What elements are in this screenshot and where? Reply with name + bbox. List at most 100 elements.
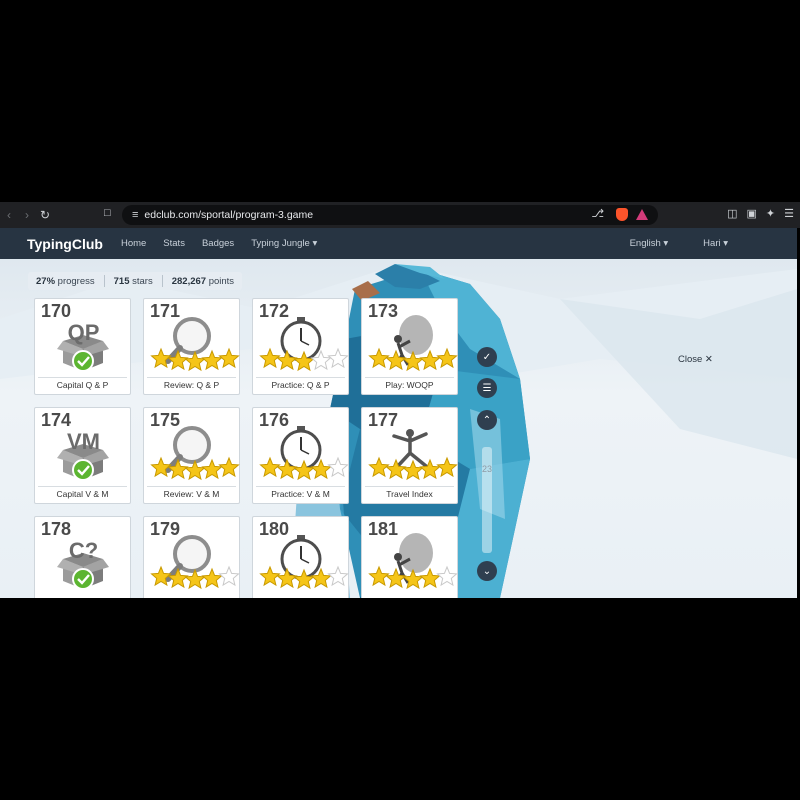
star-empty-icon — [218, 565, 240, 587]
lesson-card-171[interactable]: 171 Review: Q & P — [143, 298, 240, 395]
sidebar-icon[interactable]: ◫ — [727, 207, 737, 220]
lesson-label: Capital Q & P — [38, 377, 127, 391]
lesson-card-174[interactable]: VM 174 Capital V & M — [34, 407, 131, 504]
menu-icon[interactable]: ☰ — [784, 207, 794, 220]
lesson-number: 178 — [41, 519, 72, 539]
star-empty-icon — [327, 565, 349, 587]
back-icon[interactable]: ‹ — [0, 206, 18, 224]
star-filled-icon — [201, 567, 223, 589]
scroll-up-icon[interactable]: ⌃ — [477, 410, 497, 430]
user-dropdown[interactable]: Hari ▾ — [703, 238, 728, 249]
points-label: points — [208, 275, 235, 287]
star-filled-icon — [184, 568, 206, 590]
star-filled-icon — [259, 456, 281, 478]
star-empty-icon — [327, 456, 349, 478]
star-filled-icon — [368, 347, 390, 369]
points-value: 282,267 — [171, 275, 207, 287]
star-filled-icon — [436, 456, 458, 478]
lesson-number: 179 — [150, 519, 181, 539]
star-filled-icon — [150, 347, 172, 369]
check-icon[interactable]: ✓ — [477, 347, 497, 367]
star-filled-icon — [419, 567, 441, 589]
lesson-number: 171 — [150, 301, 181, 321]
star-filled-icon — [368, 456, 390, 478]
lesson-label: Travel Index — [365, 486, 454, 500]
star-filled-icon — [150, 456, 172, 478]
address-bar[interactable]: ≡ edclub.com/sportal/program-3.game — [122, 205, 658, 225]
divider — [161, 275, 163, 287]
lesson-number: 181 — [368, 519, 399, 539]
lesson-number: 174 — [41, 410, 72, 430]
page-number: 23 — [481, 464, 492, 474]
language-dropdown[interactable]: English ▾ — [630, 238, 669, 249]
lesson-number: 170 — [41, 301, 72, 321]
lesson-card-175[interactable]: 175 Review: V & M — [143, 407, 240, 504]
star-filled-icon — [402, 568, 424, 590]
brand-logo[interactable]: TypingClub — [27, 236, 103, 252]
forward-icon[interactable]: › — [18, 206, 36, 224]
lesson-card-176[interactable]: 176 Practice: V & M — [252, 407, 349, 504]
star-filled-icon — [436, 347, 458, 369]
stars-value: 715 — [113, 275, 130, 287]
nav-badges[interactable]: Badges — [202, 238, 234, 249]
star-filled-icon — [419, 349, 441, 371]
star-filled-icon — [184, 459, 206, 481]
star-filled-icon — [150, 565, 172, 587]
lesson-letters: QP — [67, 320, 100, 345]
nav-stats[interactable]: Stats — [163, 238, 185, 249]
star-filled-icon — [259, 565, 281, 587]
site-settings-icon[interactable]: ≡ — [132, 209, 138, 221]
scroll-track[interactable] — [482, 447, 492, 553]
star-empty-icon — [327, 347, 349, 369]
lesson-letters: VM — [67, 429, 100, 454]
lesson-card-172[interactable]: 172 Practice: Q & P — [252, 298, 349, 395]
share-icon[interactable]: ⎇ — [591, 207, 604, 220]
star-filled-icon — [201, 349, 223, 371]
lesson-label: Practice: Q & P — [256, 377, 345, 391]
stars-label: stars — [132, 275, 153, 287]
lesson-number: 180 — [259, 519, 290, 539]
lesson-number: 176 — [259, 410, 290, 430]
progress-summary: 27% progress 715 stars 282,267 points — [28, 272, 243, 290]
lesson-label: Play: WOQP — [365, 377, 454, 391]
lesson-card-181[interactable]: 181 — [361, 516, 458, 598]
lesson-card-178[interactable]: C? 178 — [34, 516, 131, 598]
lesson-card-180[interactable]: 180 — [252, 516, 349, 598]
star-filled-icon — [218, 347, 240, 369]
divider — [103, 275, 105, 287]
lesson-card-170[interactable]: QP 170 Capital Q & P — [34, 298, 131, 395]
lesson-label: Capital V & M — [38, 486, 127, 500]
star-filled-icon — [402, 350, 424, 372]
nav-typing-jungle[interactable]: Typing Jungle ▾ — [251, 238, 317, 249]
lesson-label: Practice: V & M — [256, 486, 345, 500]
scroll-down-icon[interactable]: ⌄ — [477, 561, 497, 581]
site-navbar: TypingClub Home Stats Badges Typing Jung… — [0, 228, 797, 259]
lesson-card-173[interactable]: 173 Play: WOQP — [361, 298, 458, 395]
browser-actions: ◫ ▣ ✦ ☰ — [727, 207, 794, 220]
reload-icon[interactable]: ↻ — [36, 206, 54, 224]
nav-home[interactable]: Home — [121, 238, 146, 249]
lesson-letters: C? — [68, 538, 99, 563]
star-filled-icon — [402, 459, 424, 481]
lesson-number: 175 — [150, 410, 181, 430]
browser-window: ‹ › ↻ □ ≡ edclub.com/sportal/program-3.g… — [0, 202, 800, 598]
lesson-number: 173 — [368, 301, 399, 321]
list-menu-icon[interactable]: ☰ — [477, 378, 497, 398]
star-empty-icon — [436, 565, 458, 587]
progress-label: progress — [57, 275, 95, 287]
lesson-card-177[interactable]: 177 Travel Index — [361, 407, 458, 504]
lesson-number: 172 — [259, 301, 290, 321]
wallet-icon[interactable]: ▣ — [747, 207, 757, 220]
lesson-number: 177 — [368, 410, 399, 430]
url-text: edclub.com/sportal/program-3.game — [144, 209, 314, 221]
close-button[interactable]: Close ✕ — [678, 354, 713, 365]
star-filled-icon — [259, 347, 281, 369]
bookmark-icon[interactable]: □ — [104, 207, 111, 219]
browser-toolbar: ‹ › ↻ □ ≡ edclub.com/sportal/program-3.g… — [0, 202, 800, 228]
brave-rewards-icon[interactable] — [636, 209, 648, 220]
leo-ai-icon[interactable]: ✦ — [766, 207, 775, 220]
lesson-card-179[interactable]: 179 — [143, 516, 240, 598]
star-filled-icon — [201, 458, 223, 480]
star-filled-icon — [218, 456, 240, 478]
brave-shields-icon[interactable] — [616, 208, 628, 221]
